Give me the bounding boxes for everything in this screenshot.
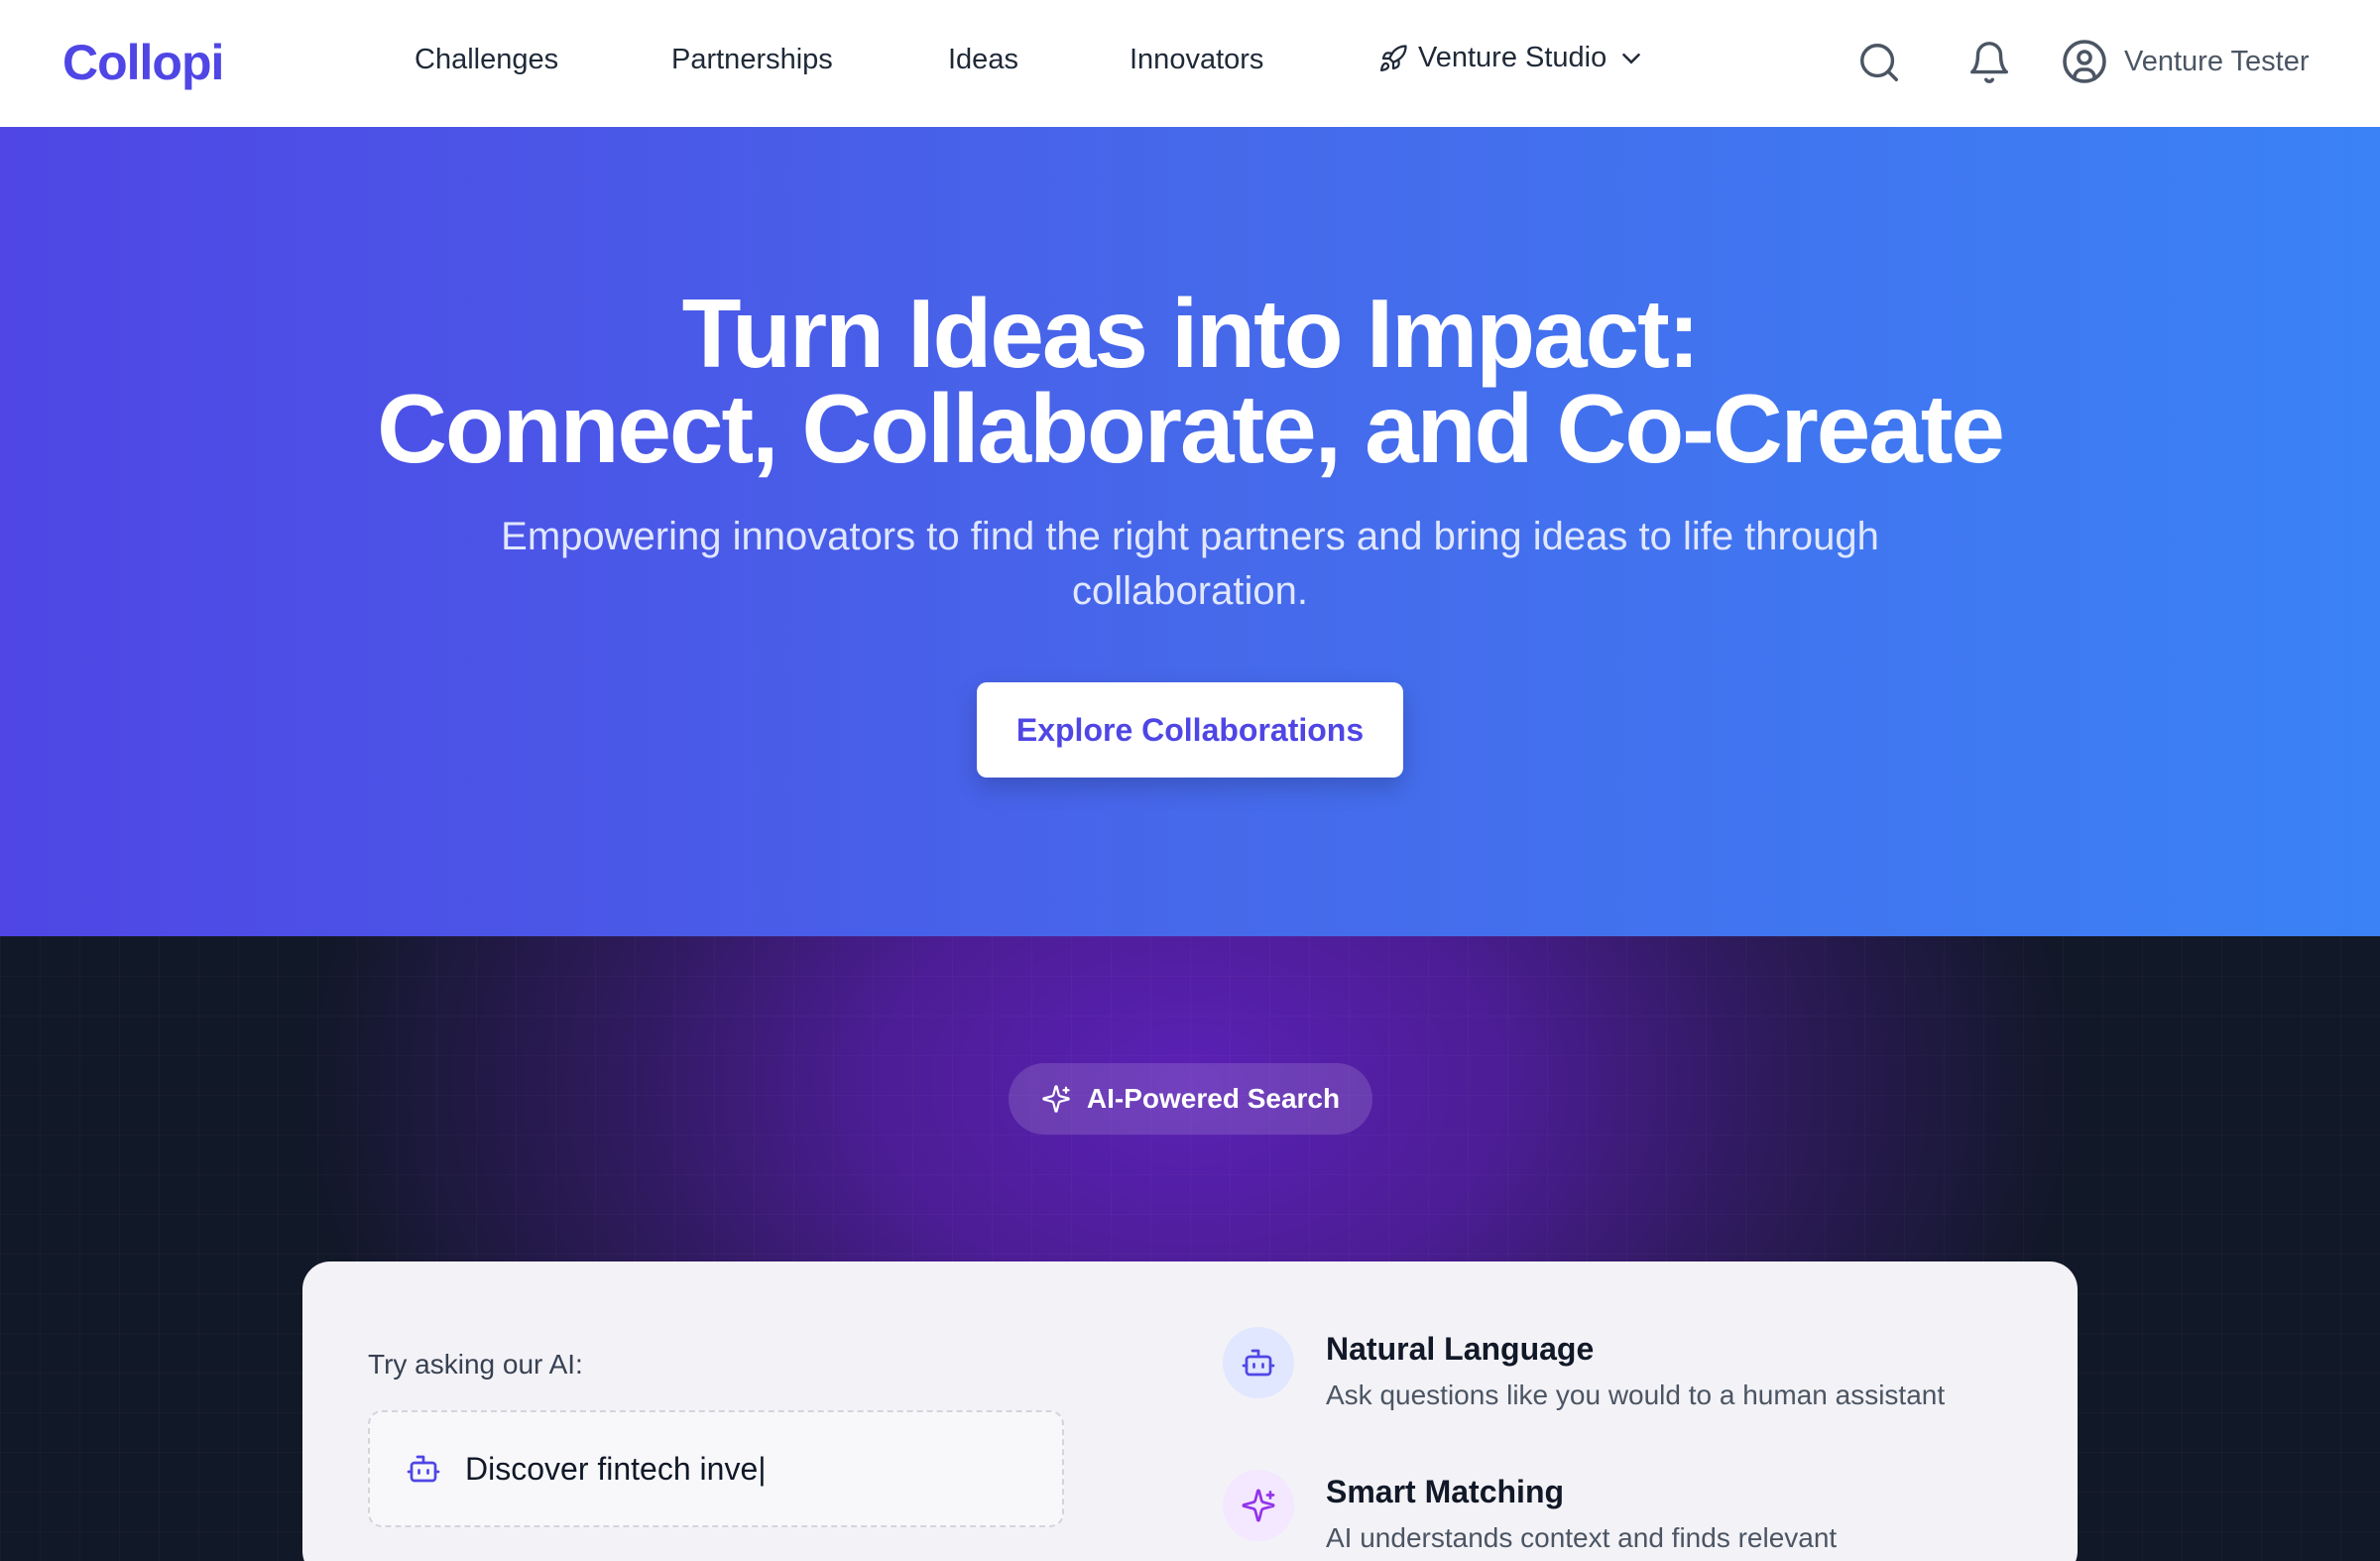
explore-collaborations-button[interactable]: Explore Collaborations <box>977 682 1403 778</box>
hero-title: Turn Ideas into Impact: Connect, Collabo… <box>0 279 2380 483</box>
ai-powered-badge: AI-Powered Search <box>1009 1063 1372 1135</box>
feature-description: Ask questions like you would to a human … <box>1326 1380 1946 1410</box>
brand-logo[interactable]: Collopi <box>62 34 224 91</box>
nav-link-innovators[interactable]: Innovators <box>1130 44 1263 76</box>
feature-title: Natural Language <box>1326 1331 1595 1367</box>
hero-subtitle: Empowering innovators to find the right … <box>501 515 1879 613</box>
ai-search-section: AI-Powered Search Try asking our AI: Dis… <box>0 936 2380 1561</box>
chevron-down-icon <box>1622 53 1641 64</box>
user-menu[interactable]: Venture Tester <box>2061 38 2309 85</box>
rocket-icon <box>1380 44 1407 71</box>
feature-description: AI understands context and finds relevan… <box>1326 1522 1838 1553</box>
ai-powered-label: AI-Powered Search <box>1086 1083 1341 1114</box>
venture-studio-label: Venture Studio <box>1418 42 1607 73</box>
bot-icon <box>1242 1349 1275 1377</box>
hero-section: Turn Ideas into Impact: Connect, Collabo… <box>0 127 2380 936</box>
hero-title-line-1: Turn Ideas into Impact: <box>681 279 1701 388</box>
venture-studio-dropdown[interactable]: Venture Studio <box>1378 42 1646 74</box>
ai-search-input-value: Discover fintech inve| <box>465 1450 767 1487</box>
feature-icon-wrap <box>1223 1327 1294 1398</box>
bell-icon[interactable] <box>1966 40 2012 85</box>
user-name: Venture Tester <box>2124 45 2310 77</box>
feature-icon-wrap <box>1223 1470 1294 1541</box>
ai-search-input[interactable]: Discover fintech inve| <box>368 1410 1064 1527</box>
feature-smart-matching: Smart Matching AI understands context an… <box>1223 1470 1837 1554</box>
sparkles-icon <box>1042 1085 1070 1113</box>
feature-title: Smart Matching <box>1326 1474 1565 1509</box>
nav-link-ideas[interactable]: Ideas <box>948 44 1018 76</box>
search-icon[interactable] <box>1856 40 1902 85</box>
ai-search-card: Try asking our AI: Discover fintech inve… <box>302 1261 2078 1561</box>
nav-link-challenges[interactable]: Challenges <box>415 44 558 76</box>
user-circle-icon <box>2063 40 2106 83</box>
feature-natural-language: Natural Language Ask questions like you … <box>1223 1327 1945 1411</box>
top-navbar: Collopi Challenges Partnerships Ideas In… <box>0 0 2380 127</box>
try-asking-label: Try asking our AI: <box>368 1349 583 1380</box>
hero-title-line-2: Connect, Collaborate, and Co-Create <box>377 374 2005 483</box>
bot-icon <box>407 1455 440 1483</box>
sparkles-icon <box>1242 1489 1275 1522</box>
nav-link-partnerships[interactable]: Partnerships <box>671 44 833 76</box>
